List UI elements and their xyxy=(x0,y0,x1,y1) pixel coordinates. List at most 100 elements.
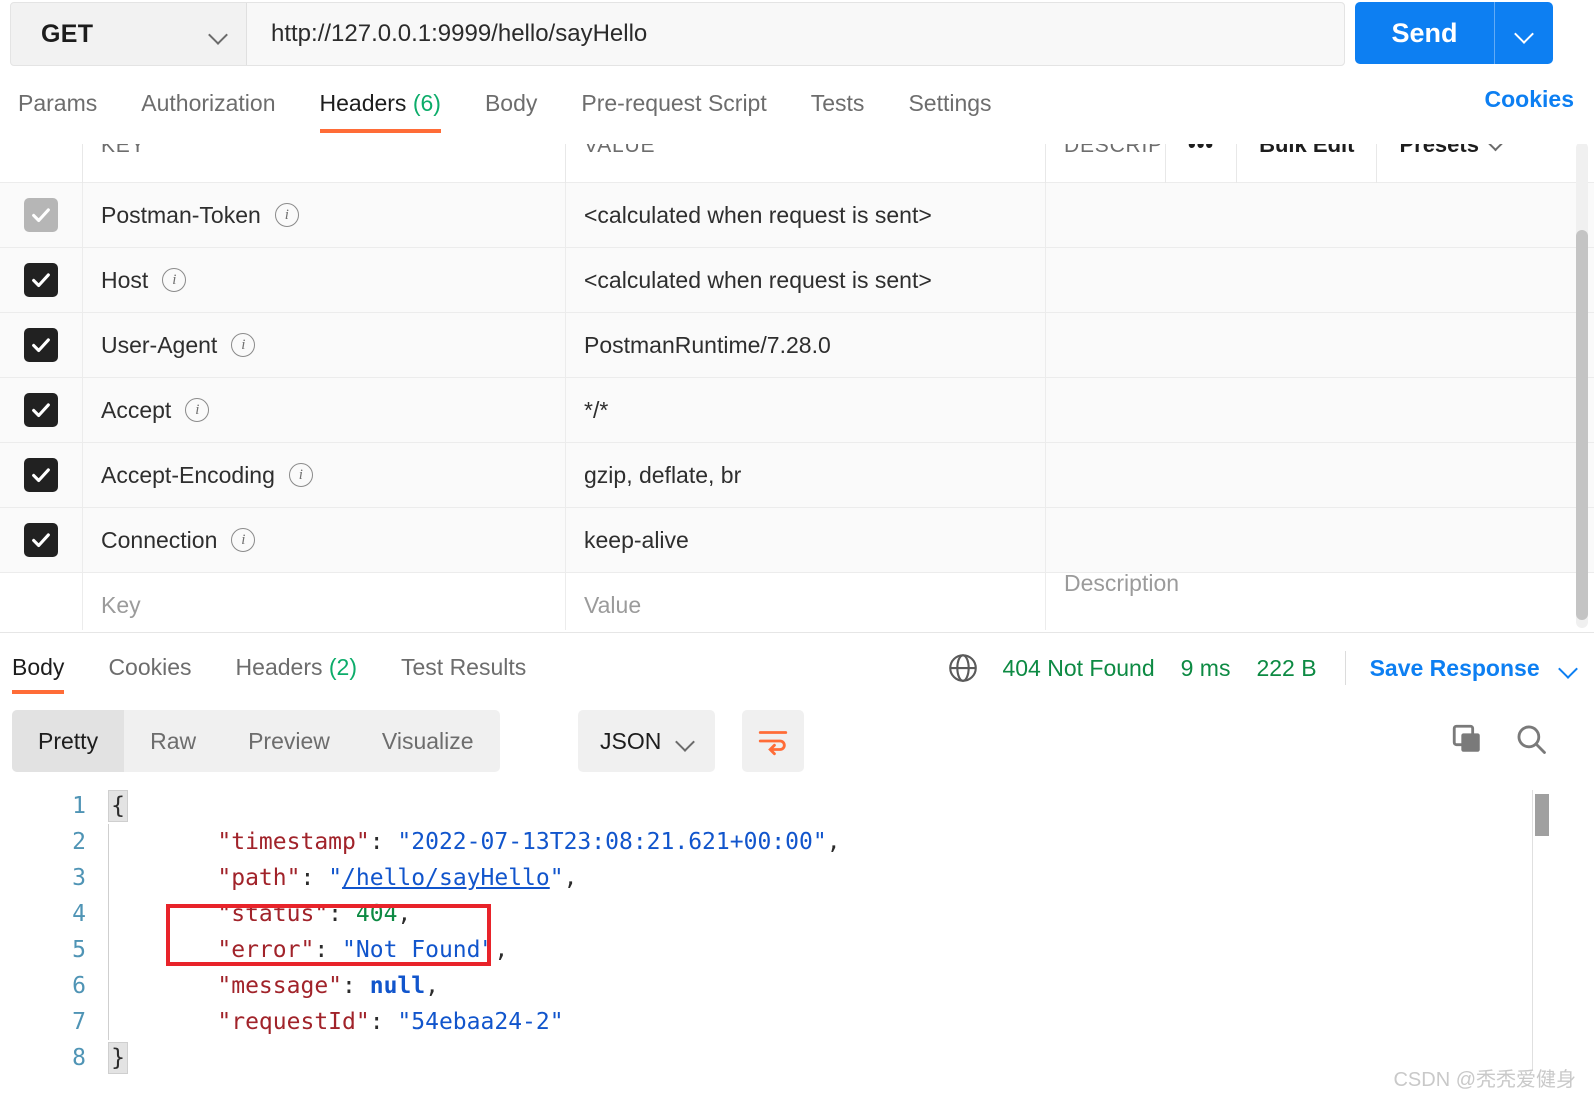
response-format-select[interactable]: JSON xyxy=(578,710,715,772)
url-text: http://127.0.0.1:9999/hello/sayHello xyxy=(271,20,647,48)
check-icon xyxy=(30,204,52,226)
postman-window: GET http://127.0.0.1:9999/hello/sayHello… xyxy=(0,0,1594,1104)
code-fold-marker[interactable]: } xyxy=(108,1042,128,1074)
view-segment-visualize[interactable]: Visualize xyxy=(356,710,500,772)
header-value-cell[interactable]: <calculated when request is sent> xyxy=(565,183,1045,248)
request-tab-settings[interactable]: Settings xyxy=(908,86,991,133)
copy-icon xyxy=(1450,722,1484,756)
header-key-cell[interactable]: User-Agent i xyxy=(82,313,565,378)
header-value-cell[interactable]: keep-alive xyxy=(565,508,1045,573)
code-line: 2 "timestamp": "2022-07-13T23:08:21.621+… xyxy=(0,824,1594,860)
request-url-bar: GET http://127.0.0.1:9999/hello/sayHello… xyxy=(0,0,1594,70)
info-icon[interactable]: i xyxy=(185,398,209,422)
header-key-cell[interactable]: Connectioni xyxy=(82,508,565,573)
row-checkbox[interactable] xyxy=(24,328,58,362)
row-checkbox[interactable] xyxy=(24,393,58,427)
header-description-cell[interactable] xyxy=(1045,248,1594,313)
header-value-cell[interactable]: <calculated when request is sent> xyxy=(565,248,1045,313)
header-description-cell[interactable] xyxy=(1045,378,1594,443)
info-icon[interactable]: i xyxy=(162,268,186,292)
response-body-scrollbar[interactable] xyxy=(1532,790,1546,1070)
code-line: 7 "requestId": "54ebaa24-2" xyxy=(0,1004,1594,1040)
save-response-button[interactable]: Save Response xyxy=(1370,655,1576,682)
url-input[interactable]: http://127.0.0.1:9999/hello/sayHello xyxy=(247,3,1344,65)
header-key-cell[interactable]: Accepti xyxy=(82,378,565,443)
response-tab-body[interactable]: Body xyxy=(12,642,64,694)
header-value-text: PostmanRuntime/7.28.0 xyxy=(584,332,831,359)
request-tabs: Params Authorization Headers (6) Body Pre-re… xyxy=(0,86,1594,144)
info-icon[interactable]: i xyxy=(275,203,299,227)
table-row: User-Agent i PostmanRuntime/7.28.0 xyxy=(0,313,1594,378)
send-options-button[interactable] xyxy=(1495,2,1553,64)
header-description-cell[interactable] xyxy=(1045,443,1594,508)
view-segment-pretty[interactable]: Pretty xyxy=(12,710,124,772)
copy-button[interactable] xyxy=(1450,722,1484,761)
info-icon[interactable]: i xyxy=(231,333,255,357)
response-body-editor[interactable]: 1{2 "timestamp": "2022-07-13T23:08:21.62… xyxy=(0,788,1594,1104)
header-key-cell[interactable]: Accept-Encodingi xyxy=(82,443,565,508)
code-token: , xyxy=(564,865,578,891)
request-tab-label: Authorization xyxy=(141,90,275,116)
table-row: Hosti<calculated when request is sent> xyxy=(0,248,1594,313)
request-tab-label: Pre-request Script xyxy=(581,90,766,116)
header-key-cell[interactable]: Hosti xyxy=(82,248,565,313)
info-icon[interactable]: i xyxy=(231,528,255,552)
header-value-text: <calculated when request is sent> xyxy=(584,202,932,229)
header-description-cell[interactable] xyxy=(1045,183,1594,248)
header-description-cell[interactable] xyxy=(1045,313,1594,378)
send-button[interactable]: Send xyxy=(1355,2,1494,64)
code-token: , xyxy=(827,829,841,855)
header-key-cell[interactable]: Postman-Tokeni xyxy=(82,183,565,248)
request-tab-headers[interactable]: Headers (6) xyxy=(320,86,441,133)
request-tab-params[interactable]: Params xyxy=(18,86,97,133)
code-token: , xyxy=(425,973,439,999)
header-key-text: User-Agent xyxy=(101,332,217,359)
chevron-down-icon xyxy=(1516,25,1532,41)
code-indent-guide xyxy=(108,896,128,932)
code-text: "requestId": "54ebaa24-2" xyxy=(128,1009,564,1035)
row-checkbox[interactable] xyxy=(24,458,58,492)
code-fold-marker[interactable]: { xyxy=(108,790,128,822)
header-value-cell[interactable]: PostmanRuntime/7.28.0 xyxy=(565,313,1045,378)
code-token: : xyxy=(300,865,328,891)
request-tab-pre-request-script[interactable]: Pre-request Script xyxy=(581,86,766,133)
row-checkbox[interactable] xyxy=(24,198,58,232)
code-line: 8} xyxy=(0,1040,1594,1076)
chevron-down-icon xyxy=(1560,660,1576,676)
request-tab-tests[interactable]: Tests xyxy=(811,86,865,133)
view-segment-raw[interactable]: Raw xyxy=(124,710,222,772)
response-tab-headers[interactable]: Headers (2) xyxy=(236,642,357,694)
request-tab-authorization[interactable]: Authorization xyxy=(141,86,275,133)
row-checkbox[interactable] xyxy=(24,523,58,557)
http-method-select[interactable]: GET xyxy=(11,3,247,65)
code-indent-guide xyxy=(108,968,128,1004)
headers-table-scrollbar[interactable] xyxy=(1576,142,1588,628)
code-token: "Not Found" xyxy=(342,937,494,963)
request-tab-body[interactable]: Body xyxy=(485,86,537,133)
cookies-link[interactable]: Cookies xyxy=(1485,86,1574,113)
info-icon[interactable]: i xyxy=(289,463,313,487)
header-description-cell[interactable] xyxy=(1045,508,1594,573)
header-value-cell[interactable]: */* xyxy=(565,378,1045,443)
code-indent-guide xyxy=(108,1004,128,1040)
wrap-lines-icon xyxy=(756,724,790,758)
new-header-value-input[interactable]: Value xyxy=(565,570,1045,630)
wrap-lines-button[interactable] xyxy=(742,710,804,772)
search-button[interactable] xyxy=(1514,722,1548,761)
new-header-key-input[interactable]: Key xyxy=(82,570,565,630)
row-checkbox[interactable] xyxy=(24,263,58,297)
code-text: "path": "/hello/sayHello", xyxy=(128,865,577,891)
code-token: "status" xyxy=(162,901,328,927)
code-indent-guide xyxy=(108,860,128,896)
header-value-cell[interactable]: gzip, deflate, br xyxy=(565,443,1045,508)
row-checkbox-cell xyxy=(0,328,82,362)
response-tab-cookies[interactable]: Cookies xyxy=(108,642,191,694)
view-segment-preview[interactable]: Preview xyxy=(222,710,356,772)
code-token: : xyxy=(370,1009,398,1035)
scrollbar-thumb[interactable] xyxy=(1535,794,1549,836)
new-header-description-input[interactable]: Description xyxy=(1045,570,1594,630)
code-token: "timestamp" xyxy=(162,829,370,855)
response-tab-test-results[interactable]: Test Results xyxy=(401,642,526,694)
scrollbar-thumb[interactable] xyxy=(1576,230,1588,620)
new-header-value-input-placeholder: Value xyxy=(584,592,641,619)
